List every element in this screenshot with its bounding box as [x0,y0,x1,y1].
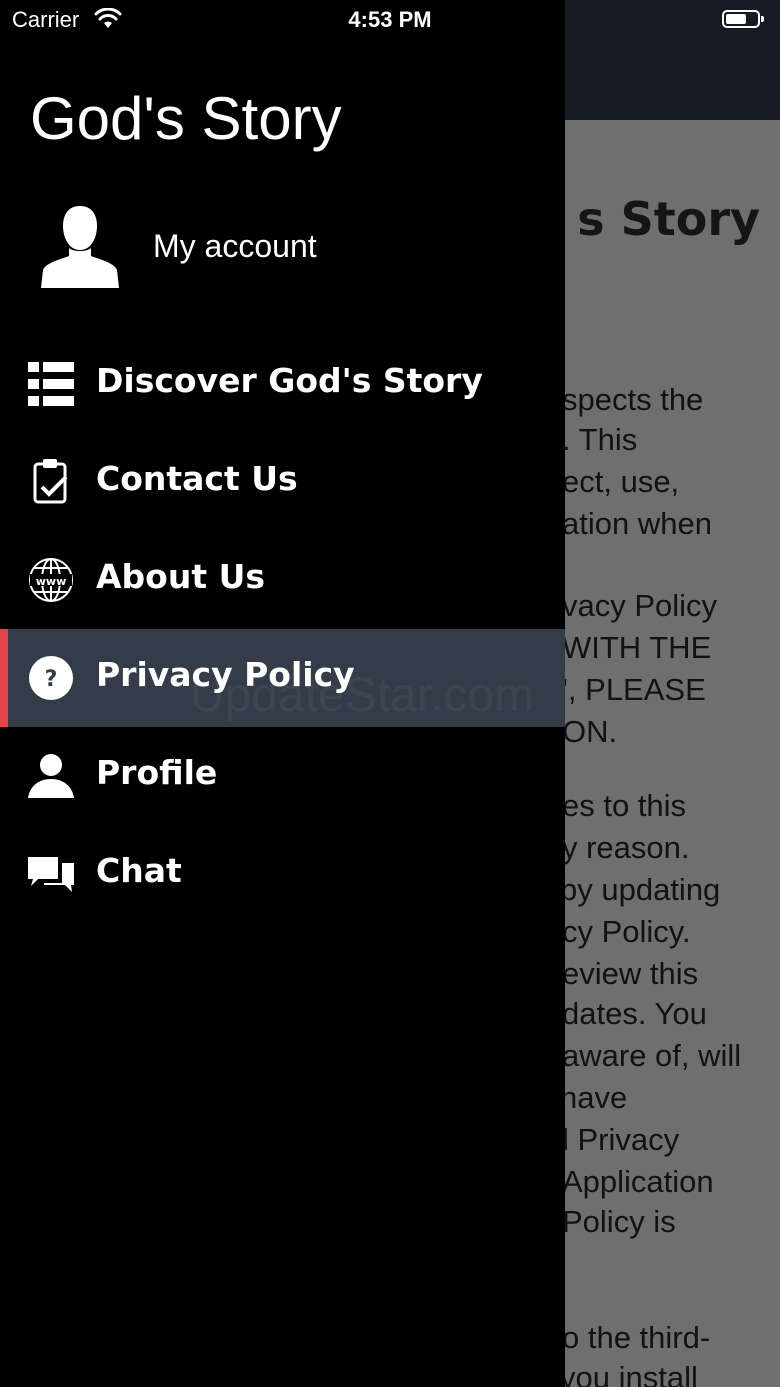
page-text-line: es to this [562,788,687,823]
menu-item-contact[interactable]: Contact Us [0,433,565,531]
status-bar: Carrier 4:53 PM [0,0,780,40]
page-text-line: . This [562,422,638,457]
page-text-line: y reason. [562,830,690,865]
battery-icon [722,10,764,28]
my-account-button[interactable]: My account [0,200,565,296]
page-text-line: ON. [562,714,618,749]
menu-item-profile[interactable]: Profile [0,727,565,825]
page-text-line: spects the [562,382,704,417]
menu-item-label: Discover God's Story [96,361,483,400]
page-text-line: dates. You [562,996,707,1031]
list-icon [28,362,74,406]
menu-item-about[interactable]: www About Us [0,531,565,629]
page-text-line: have [560,1080,628,1115]
menu-item-label: About Us [96,557,266,596]
app-title: God's Story [30,85,342,152]
page-text-line: WITH THE [562,630,712,665]
page-text-line: aware of, will [562,1038,742,1073]
page-text-line: vacy Policy [562,588,718,623]
menu-item-label: Profile [96,753,218,792]
page-text-line: ect, use, [562,464,680,499]
watermark: UpdateStar.com [190,669,535,722]
page-text-line: ation when [562,506,712,541]
page-text-line: you install [560,1360,698,1387]
person-icon [28,754,74,798]
drawer-menu: Discover God's Story Contact Us www Abou… [0,335,565,923]
page-text-line: eview this [562,956,699,991]
page-text-line: o the third- [562,1320,711,1355]
page-text-line: l Privacy [562,1122,680,1157]
my-account-label: My account [153,228,317,264]
menu-item-label: Contact Us [96,459,298,498]
page-text-line: cy Policy. [562,914,691,949]
clock: 4:53 PM [348,7,432,32]
menu-item-chat[interactable]: Chat [0,825,565,923]
user-avatar-icon [41,206,119,288]
page-text-line: ', PLEASE [562,672,706,707]
page-text-line: Policy is [562,1204,676,1239]
clipboard-check-icon [33,459,68,504]
menu-item-discover[interactable]: Discover God's Story [0,335,565,433]
page-text-line: by updating [560,872,721,907]
svg-text:?: ? [45,667,58,692]
chat-bubbles-icon [28,857,74,892]
globe-www-icon: www [29,558,73,602]
menu-item-label: Chat [96,851,182,890]
svg-text:www: www [36,575,67,588]
page-text-line: Application [562,1164,714,1199]
question-circle-icon: ? [29,656,73,700]
